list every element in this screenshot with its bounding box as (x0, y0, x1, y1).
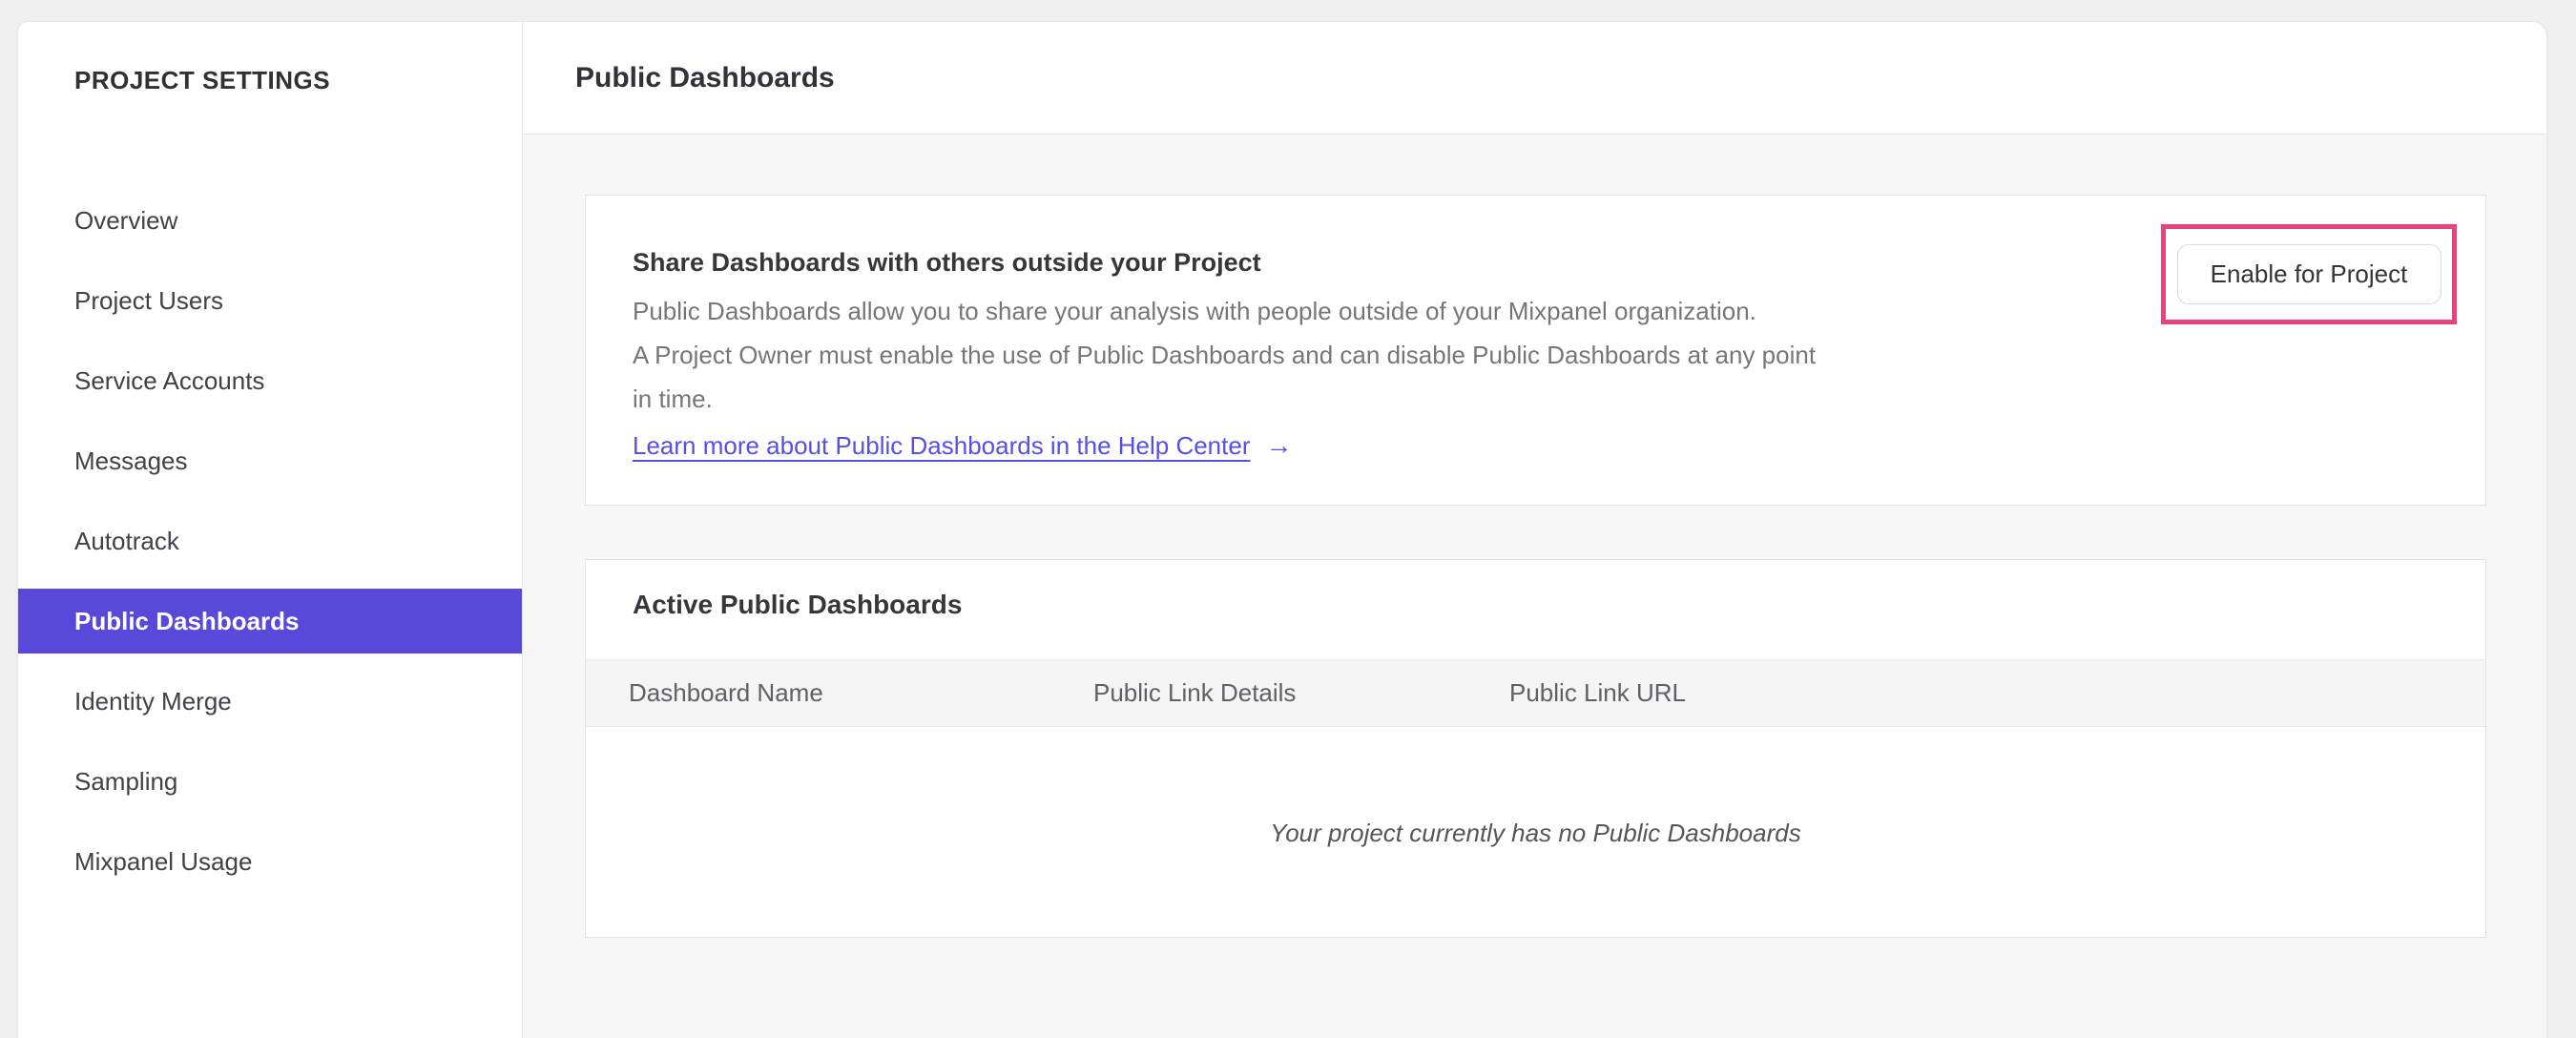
column-public-link-details: Public Link Details (1093, 678, 1297, 707)
main-content: Share Dashboards with others outside you… (523, 135, 2546, 938)
column-public-link-url: Public Link URL (1509, 678, 1686, 707)
description-line: in time. (633, 384, 713, 413)
description-line: A Project Owner must enable the use of P… (633, 341, 1817, 369)
help-center-link[interactable]: Learn more about Public Dashboards in th… (633, 431, 1251, 461)
help-link-row: Learn more about Public Dashboards in th… (633, 426, 2485, 465)
sidebar-item-overview[interactable]: Overview (18, 188, 522, 253)
active-dashboards-card: Active Public Dashboards Dashboard Name … (585, 559, 2486, 938)
column-dashboard-name: Dashboard Name (629, 678, 823, 707)
sidebar-item-project-users[interactable]: Project Users (18, 268, 522, 333)
sidebar-item-sampling[interactable]: Sampling (18, 749, 522, 814)
sidebar-item-mixpanel-usage[interactable]: Mixpanel Usage (18, 829, 522, 894)
active-dashboards-title: Active Public Dashboards (633, 590, 963, 619)
dashboards-table-header: Dashboard Name Public Link Details Publi… (586, 659, 2485, 727)
sidebar-item-messages[interactable]: Messages (18, 428, 522, 493)
sidebar-item-public-dashboards[interactable]: Public Dashboards (18, 589, 522, 654)
sidebar-nav: Overview Project Users Service Accounts … (18, 188, 522, 894)
project-settings-sidebar: PROJECT SETTINGS Overview Project Users … (18, 22, 523, 1038)
arrow-right-icon: → (1265, 430, 1293, 460)
main-area: Public Dashboards Share Dashboards with … (523, 22, 2546, 1038)
project-settings-panel: PROJECT SETTINGS Overview Project Users … (17, 21, 2547, 1038)
sidebar-title: PROJECT SETTINGS (74, 66, 331, 94)
main-header: Public Dashboards (523, 22, 2546, 135)
annotation-highlight-box: Enable for Project (2161, 224, 2457, 324)
sidebar-item-service-accounts[interactable]: Service Accounts (18, 348, 522, 413)
page-title: Public Dashboards (575, 61, 835, 93)
sidebar-item-autotrack[interactable]: Autotrack (18, 509, 522, 573)
empty-state-message: Your project currently has no Public Das… (1270, 818, 1801, 847)
sidebar-item-identity-merge[interactable]: Identity Merge (18, 669, 522, 734)
share-dashboards-card: Share Dashboards with others outside you… (585, 195, 2486, 506)
enable-for-project-button[interactable]: Enable for Project (2176, 244, 2441, 304)
